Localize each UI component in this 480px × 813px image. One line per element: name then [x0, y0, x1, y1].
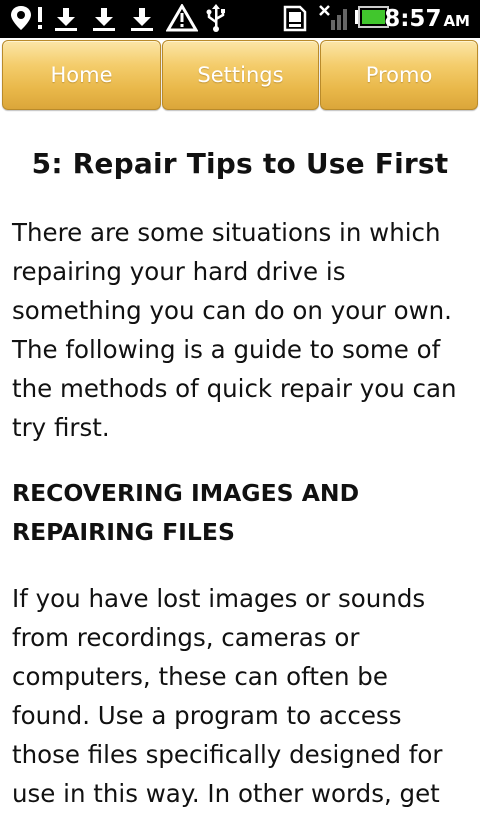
heading-line: RECOVERING IMAGES AND [12, 479, 360, 507]
status-bar: 8:57 AM [0, 0, 480, 38]
text-line: The following is a guide to some of [12, 335, 441, 364]
text-line: repairing your hard drive is [12, 257, 346, 286]
settings-button[interactable]: Settings [162, 40, 319, 110]
text-line: try first. [12, 413, 110, 442]
text-line: the methods of quick repair you can [12, 374, 457, 403]
article-title: 5: Repair Tips to Use First [31, 147, 449, 180]
text-line: There are some situations in which [12, 218, 441, 247]
text-line: those files specifically designed for [12, 740, 443, 769]
download-icon [93, 8, 115, 31]
section-heading: RECOVERING IMAGES AND REPAIRING FILES [12, 474, 472, 552]
warning-icon [166, 4, 198, 32]
location-pin-icon [11, 6, 42, 30]
text-line: If you have lost images or sounds [12, 584, 426, 613]
text-line: from recordings, cameras or [12, 623, 360, 652]
text-line: found. Use a program to access [12, 701, 402, 730]
section-paragraph: If you have lost images or sounds from r… [12, 579, 472, 813]
sd-card-icon [283, 5, 307, 32]
text-line: computers, these can often be [12, 662, 388, 691]
intro-paragraph: There are some situations in which repai… [12, 213, 472, 447]
text-line: use in this way. In other words, get [12, 779, 440, 808]
no-signal-icon [319, 5, 347, 30]
download-icon [55, 8, 77, 31]
home-button[interactable]: Home [2, 40, 161, 110]
text-line: something you can do on your own. [12, 296, 452, 325]
top-nav: Home Settings Promo [0, 38, 480, 112]
usb-icon [206, 4, 225, 32]
clock: 8:57 AM [384, 6, 470, 32]
promo-button[interactable]: Promo [320, 40, 478, 110]
heading-line: REPAIRING FILES [12, 518, 235, 546]
download-icon [131, 8, 153, 31]
